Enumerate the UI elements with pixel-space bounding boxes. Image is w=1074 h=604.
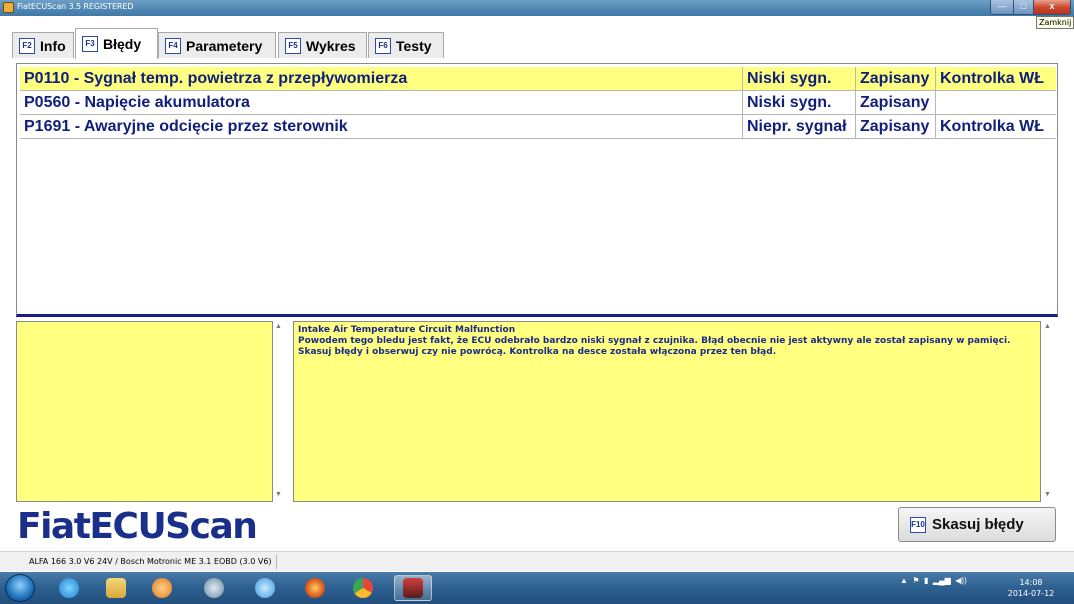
- chrome-icon[interactable]: [344, 575, 382, 601]
- scroll-up-icon[interactable]: ▲: [275, 323, 282, 330]
- f2-key-icon: F2: [19, 37, 35, 54]
- right-panel-scrollbar[interactable]: ▲ ▼: [1042, 321, 1056, 502]
- f5-key-icon: F5: [285, 37, 301, 54]
- title-bar: FiatECUScan 3.5 REGISTERED — □ x: [0, 0, 1074, 16]
- fault-row[interactable]: P0560 - Napięcie akumulatora Niski sygn.…: [20, 91, 1056, 115]
- tab-wykres[interactable]: F5 Wykres: [278, 32, 367, 58]
- vehicle-info: ALFA 166 3.0 V6 24V / Bosch Motronic ME …: [29, 555, 277, 569]
- fault-type: Niepr. sygnał: [743, 115, 856, 139]
- fault-lamp: Kontrolka WŁ: [936, 115, 1056, 139]
- app-icon: [3, 2, 14, 13]
- fault-table: P0110 - Sygnał temp. powietrza z przepły…: [16, 63, 1058, 317]
- window-title: FiatECUScan 3.5 REGISTERED: [17, 2, 134, 11]
- taskbar: ▲ ⚑ ▮ ▂▄▆ ◀)) 14:08 2014-07-12: [0, 572, 1074, 604]
- tab-bledy[interactable]: F3 Błędy: [75, 28, 158, 59]
- tab-parametery[interactable]: F4 Parametery: [158, 32, 276, 58]
- tab-info[interactable]: F2 Info: [12, 32, 74, 58]
- clear-faults-button[interactable]: F10 Skasuj błędy: [898, 507, 1056, 542]
- fault-status: Zapisany: [856, 91, 936, 115]
- tab-label: Błędy: [103, 36, 142, 52]
- media-player-icon[interactable]: [143, 575, 181, 601]
- fault-status: Zapisany: [856, 67, 936, 91]
- camera-icon[interactable]: [195, 575, 233, 601]
- fault-description: P0110 - Sygnał temp. powietrza z przepły…: [20, 67, 743, 91]
- clock-date: 2014-07-12: [1007, 589, 1055, 598]
- skype-icon[interactable]: [246, 575, 284, 601]
- minimize-button[interactable]: —: [990, 0, 1014, 15]
- scroll-down-icon[interactable]: ▼: [275, 491, 282, 498]
- explorer-icon[interactable]: [97, 575, 135, 601]
- clear-faults-label: Skasuj błędy: [932, 516, 1024, 533]
- fault-row[interactable]: P0110 - Sygnał temp. powietrza z przepły…: [20, 67, 1056, 91]
- tab-label: Wykres: [306, 37, 356, 54]
- tab-label: Parametery: [186, 37, 263, 54]
- f4-key-icon: F4: [165, 37, 181, 54]
- f10-key-icon: F10: [910, 516, 926, 533]
- scroll-up-icon[interactable]: ▲: [1044, 323, 1051, 330]
- fault-detail-title: Intake Air Temperature Circuit Malfuncti…: [298, 325, 516, 335]
- maximize-button[interactable]: □: [1013, 0, 1034, 15]
- scroll-down-icon[interactable]: ▼: [1044, 491, 1051, 498]
- fault-row[interactable]: P1691 - Awaryjne odcięcie przez sterowni…: [20, 115, 1056, 139]
- close-tooltip: Zamknij: [1036, 16, 1074, 29]
- fault-type: Niski sygn.: [743, 91, 856, 115]
- fault-status: Zapisany: [856, 115, 936, 139]
- ie-icon[interactable]: [50, 575, 88, 601]
- f3-key-icon: F3: [82, 36, 98, 52]
- fault-detail-text: Powodem tego bledu jest fakt, że ECU ode…: [298, 336, 1011, 357]
- f6-key-icon: F6: [375, 37, 391, 54]
- fault-detail-panel[interactable]: Intake Air Temperature Circuit Malfuncti…: [293, 321, 1041, 502]
- fiatecuscan-icon[interactable]: [394, 575, 432, 601]
- fault-description: P0560 - Napięcie akumulatora: [20, 91, 743, 115]
- status-bar: ALFA 166 3.0 V6 24V / Bosch Motronic ME …: [0, 551, 1074, 571]
- fault-lamp: [936, 91, 1056, 115]
- tab-label: Info: [40, 37, 66, 54]
- start-button[interactable]: [5, 574, 35, 602]
- fault-type: Niski sygn.: [743, 67, 856, 91]
- left-panel-scrollbar[interactable]: ▲ ▼: [273, 321, 287, 502]
- fault-description: P1691 - Awaryjne odcięcie przez sterowni…: [20, 115, 743, 139]
- app-logo: FiatECUScan: [17, 506, 258, 547]
- tab-testy[interactable]: F6 Testy: [368, 32, 444, 58]
- clock[interactable]: 14:08 2014-07-12: [1006, 577, 1056, 599]
- tab-label: Testy: [396, 37, 432, 54]
- firefox-icon[interactable]: [296, 575, 334, 601]
- clock-time: 14:08: [1019, 578, 1043, 587]
- fault-lamp: Kontrolka WŁ: [936, 67, 1056, 91]
- freeze-frame-panel[interactable]: [16, 321, 273, 502]
- system-tray[interactable]: ▲ ⚑ ▮ ▂▄▆ ◀)): [900, 576, 967, 585]
- close-button[interactable]: x: [1033, 0, 1071, 15]
